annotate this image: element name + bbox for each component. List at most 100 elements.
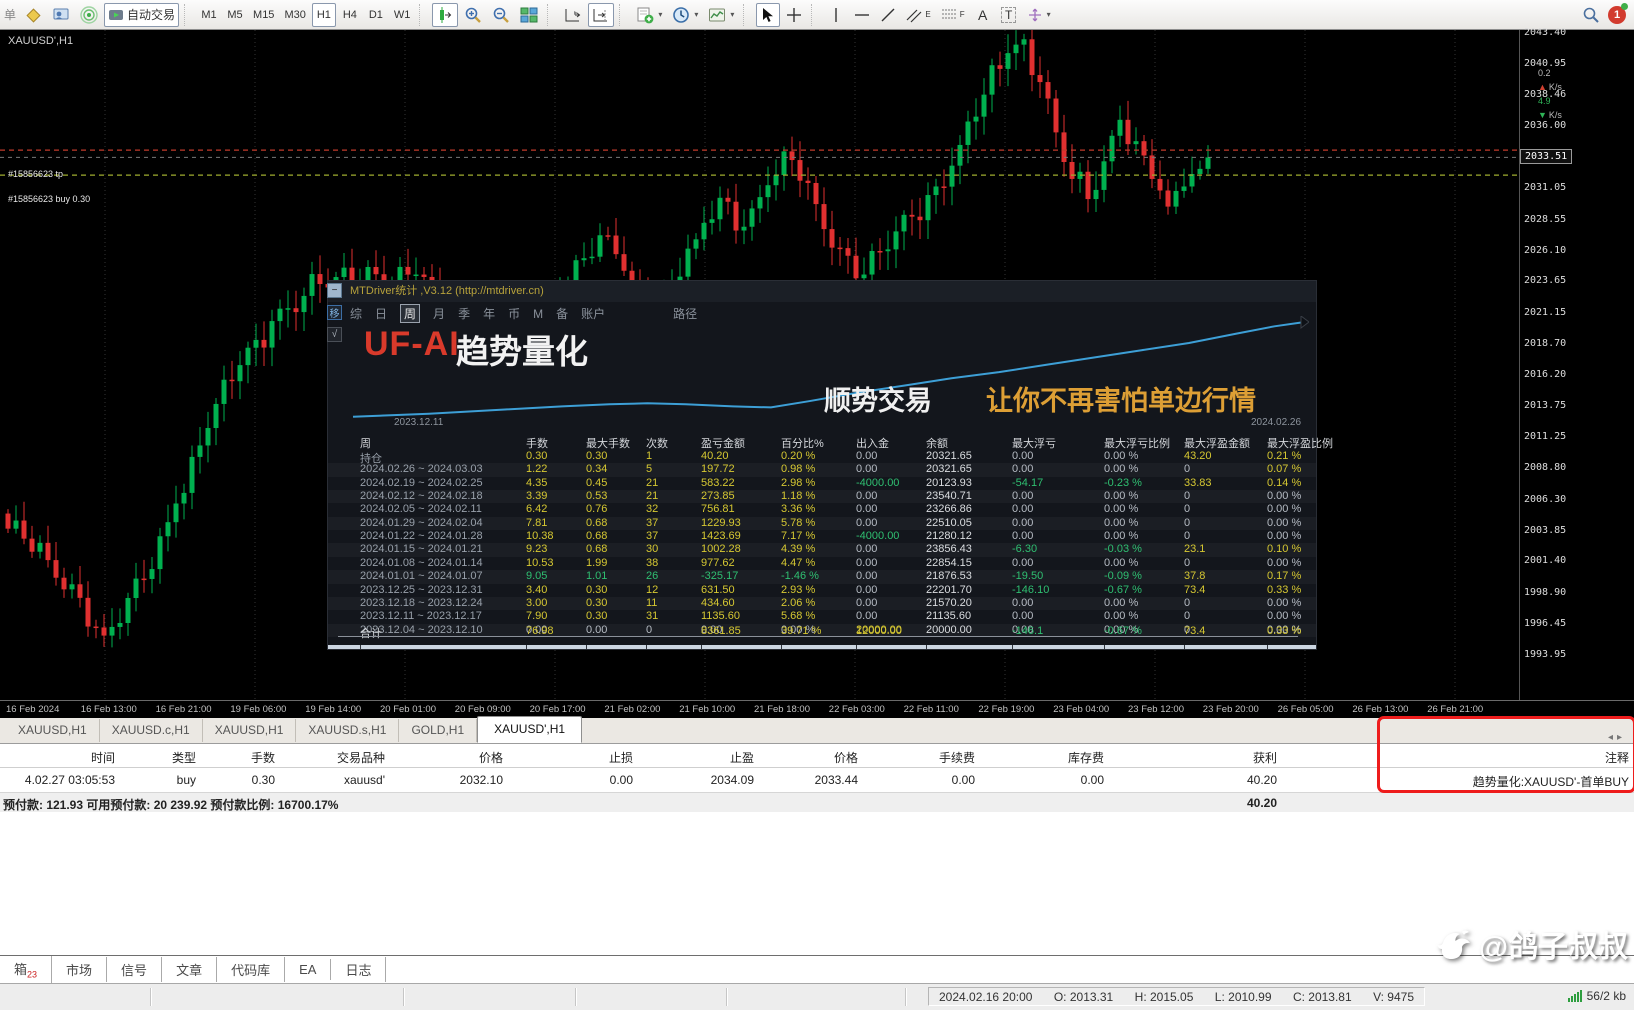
trendline-tool-icon[interactable] (876, 3, 900, 27)
toolbox-tab-日志[interactable]: 日志 (331, 957, 387, 982)
tile-windows-icon[interactable] (516, 3, 542, 27)
trade-col-header[interactable]: 注释 (1605, 749, 1629, 766)
stats-cell: 2024.02.19 ~ 2024.02.25 (360, 476, 483, 489)
price-label: 2031.05 (1524, 182, 1567, 194)
stats-cell: 12 (646, 583, 659, 596)
stats-cell: 0 (1184, 463, 1191, 476)
new-order-icon[interactable] (20, 3, 46, 27)
toolbox-tab-市场[interactable]: 市场 (52, 957, 108, 982)
vertical-line-tool-icon[interactable] (824, 3, 848, 27)
stats-cell: 1002.28 (701, 543, 741, 556)
stats-cell: 23856.43 (926, 543, 972, 556)
chart-tab-1[interactable]: XAUUSD.c,H1 (100, 719, 203, 742)
profiles-icon[interactable] (48, 3, 74, 27)
trade-col-header[interactable]: 止盈 (730, 749, 754, 766)
mtdriver-stats-panel[interactable]: MTDriver统计 ,V3.12 (http://mtdriver.cn) −… (327, 280, 1333, 650)
equidistant-channel-tool-icon[interactable]: E (902, 3, 934, 27)
timeframe-m15[interactable]: M15 (249, 3, 278, 27)
trade-col-header[interactable]: 时间 (91, 749, 115, 766)
arrows-tool-icon[interactable]: ▾ (1023, 3, 1055, 27)
trade-col-header[interactable]: 止损 (609, 749, 633, 766)
chart-area[interactable]: XAUUSD',H1 2043.40 2040.95 2038.46 2036.00 2… (0, 27, 1634, 700)
trade-col-header[interactable]: 库存费 (1068, 749, 1104, 766)
time-label: 20 Feb 09:00 (454, 704, 511, 715)
text-tool-icon[interactable]: A (971, 3, 995, 27)
chart-shift-toggle-icon[interactable] (588, 2, 615, 27)
dropdown-arrow-icon: ▾ (730, 10, 735, 19)
panel-check-button[interactable]: √ (327, 327, 342, 342)
panel-move-button[interactable]: 移 (327, 305, 342, 320)
tab-scroll-arrows[interactable]: ◂▸ (1608, 732, 1634, 743)
indicators-button[interactable]: ▾ (704, 3, 738, 27)
bar-close: C: 2013.81 (1292, 989, 1352, 1004)
trade-col-header[interactable]: 手续费 (939, 749, 975, 766)
stats-cell: 20123.93 (926, 476, 972, 489)
chart-tab-5[interactable]: XAUUSD',H1 (477, 716, 583, 743)
trade-col-header[interactable]: 价格 (479, 749, 503, 766)
stats-cell: -4000.00 (856, 530, 900, 543)
chart-tab-2[interactable]: XAUUSD,H1 (203, 719, 297, 742)
time-label: 26 Feb 13:00 (1352, 704, 1409, 715)
text-label-tool-icon[interactable]: T (997, 3, 1021, 27)
timeframe-w1[interactable]: W1 (390, 3, 415, 27)
stats-cell: 2024.02.12 ~ 2024.02.18 (360, 490, 483, 503)
timeframe-m30[interactable]: M30 (280, 3, 309, 27)
timeframe-h1[interactable]: H1 (311, 2, 336, 27)
notification-badge[interactable]: 1 (1608, 2, 1628, 24)
toolbox-tab-文章[interactable]: 文章 (162, 957, 218, 982)
stats-cell: 0.00 (856, 490, 878, 503)
time-label: 22 Feb 11:00 (903, 704, 959, 715)
channel-sub-label: E (925, 10, 931, 19)
auto-scroll-icon[interactable] (560, 3, 586, 27)
crosshair-tool-icon[interactable] (782, 3, 806, 27)
stats-cell: 0.00 (1012, 463, 1034, 476)
trade-col-header[interactable]: 手数 (251, 749, 275, 766)
trade-col-header[interactable]: 类型 (172, 749, 196, 766)
time-axis[interactable]: 16 Feb 2024 16 Feb 13:00 16 Feb 21:00 19 Fe… (0, 700, 1634, 718)
chart-shift-icon[interactable] (432, 2, 459, 27)
trade-table-row[interactable]: 4.02.27 03:05:53 buy 0.30 xauusd' 2032.10 0.0… (0, 768, 1634, 792)
signals-icon[interactable] (76, 3, 102, 27)
toolbox-tab-mailbox[interactable]: 箱23 (0, 956, 53, 983)
status-bar: 2024.02.16 20:00 O: 2013.31 H: 2015.05 L… (0, 983, 1634, 1010)
time-label: 22 Feb 19:00 (978, 704, 1035, 715)
chart-tab-4[interactable]: GOLD,H1 (399, 719, 478, 742)
cursor-tool-icon[interactable] (756, 2, 781, 27)
period-button[interactable]: ▾ (668, 3, 702, 27)
stats-cell: 0.10 % (1267, 543, 1302, 556)
trade-col-header[interactable]: 价格 (834, 749, 858, 766)
fibonacci-tool-icon[interactable]: F (937, 3, 969, 27)
order-buy-label[interactable]: #15856623 buy 0.30 (8, 194, 90, 204)
current-price-box: 2033.51 (1520, 149, 1573, 165)
toolbox-tab-信号[interactable]: 信号 (107, 957, 163, 982)
chart-tab-0[interactable]: XAUUSD,H1 (6, 719, 100, 742)
auto-trading-button[interactable]: 自动交易 (104, 2, 180, 27)
zoom-out-icon[interactable] (488, 3, 514, 27)
panel-minimize-button[interactable]: − (327, 283, 342, 298)
toolbox-tab-EA[interactable]: EA (285, 959, 332, 980)
zoom-in-icon[interactable] (460, 3, 486, 27)
chart-symbol-label: XAUUSD',H1 (8, 35, 74, 47)
time-label: 26 Feb 21:00 (1427, 704, 1484, 715)
stats-cell: 0.34 (586, 463, 608, 476)
timeframe-h4[interactable]: H4 (338, 3, 362, 27)
order-tp-label[interactable]: #15856623 tp (8, 169, 63, 179)
stats-row: 持仓 0.30 0.30 1 40.20 0.20 % 0.00 20321.65 0.00 0.… (328, 450, 1316, 465)
auto-trading-icon (109, 9, 124, 20)
search-icon[interactable] (1582, 6, 1600, 24)
toolbox-tab-代码库[interactable]: 代码库 (217, 957, 286, 982)
chart-tab-3[interactable]: XAUUSD.s,H1 (296, 719, 400, 742)
horizontal-line-tool-icon[interactable] (850, 3, 874, 27)
stats-cell: 0.00 (856, 596, 878, 609)
stats-cell: 22854.15 (926, 556, 972, 569)
timeframe-m5[interactable]: M5 (223, 3, 247, 27)
trade-col-header[interactable]: 获利 (1253, 749, 1277, 766)
timeframe-d1[interactable]: D1 (364, 3, 388, 27)
panel-title[interactable]: MTDriver统计 ,V3.12 (http://mtdriver.cn) (328, 281, 1316, 302)
status-divider (403, 988, 405, 1006)
new-chart-button[interactable]: ▾ (632, 3, 666, 27)
timeframe-m1[interactable]: M1 (197, 3, 221, 27)
trade-col-header[interactable]: 交易品种 (337, 749, 385, 766)
stats-cell: 23540.71 (926, 490, 972, 503)
stats-cell: 1.01 (586, 570, 608, 583)
